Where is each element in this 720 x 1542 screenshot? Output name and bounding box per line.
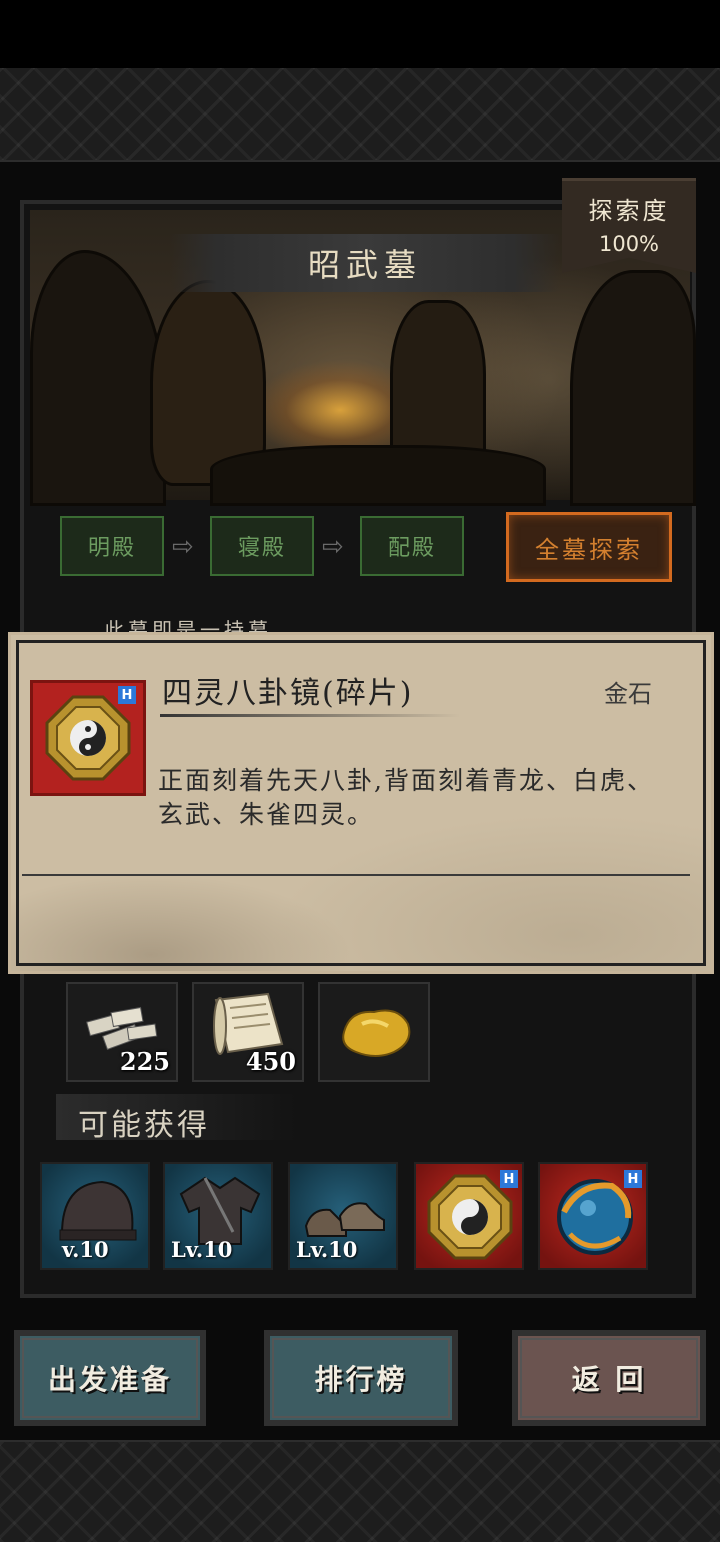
gold-nugget-icon [342,1009,411,1057]
cave-floor [210,445,546,506]
location-title: 昭武墓 [307,246,422,284]
reward-slot-scroll[interactable]: 450 [192,982,304,1082]
item-name-underline [160,714,460,717]
item-name: 四灵八卦镜(碎片) [162,676,414,711]
bagua-mirror-icon [45,695,131,781]
item-level: v.10 [62,1237,109,1262]
rarity-h-badge-icon: H [500,1170,518,1188]
top-decor-band [0,68,720,162]
back-button[interactable]: 返 回 [512,1330,706,1426]
tomb-description-partial: 此墓即是一持墓 [104,618,272,632]
location-title-banner: 昭武墓 [170,234,560,292]
bottom-decor-band [0,1440,720,1542]
exploration-label: 探索度 [588,197,670,225]
rarity-h-badge-icon: H [624,1170,642,1188]
arrow-right-icon: ⇨ [322,532,344,562]
possible-item-helmet[interactable]: v.10 [40,1162,150,1270]
possible-rewards-label: 可能获得 [78,1108,210,1143]
stage-pei-dian-button[interactable]: 配殿 [360,516,464,576]
item-level: Lv.10 [171,1237,233,1262]
possible-item-shoes[interactable]: Lv.10 [288,1162,398,1270]
prepare-departure-button[interactable]: 出发准备 [14,1330,206,1426]
full-tomb-explore-button[interactable]: 全墓探索 [506,512,672,582]
stage-qin-dian-button[interactable]: 寝殿 [210,516,314,576]
reward-count: 450 [245,1047,296,1076]
possible-item-armor[interactable]: Lv.10 [163,1162,273,1270]
rarity-h-badge-icon: H [118,686,136,704]
cave-rock-left [30,250,166,506]
item-type: 金石 [604,680,652,708]
tooltip-divider [22,874,690,876]
item-description: 正面刻着先天八卦,背面刻着青龙、白虎、玄武、朱雀四灵。 [158,766,654,829]
exploration-value: 100% [598,232,660,256]
reward-count: 225 [119,1047,170,1076]
cave-rock-right [570,270,696,506]
stage-ming-dian-button[interactable]: 明殿 [60,516,164,576]
arrow-right-icon: ⇨ [172,532,194,562]
status-bar [0,0,720,68]
ranking-button[interactable]: 排行榜 [264,1330,458,1426]
reward-slot-gold[interactable] [318,982,430,1082]
reward-slot-silver[interactable]: 225 [66,982,178,1082]
item-level: Lv.10 [296,1237,358,1262]
